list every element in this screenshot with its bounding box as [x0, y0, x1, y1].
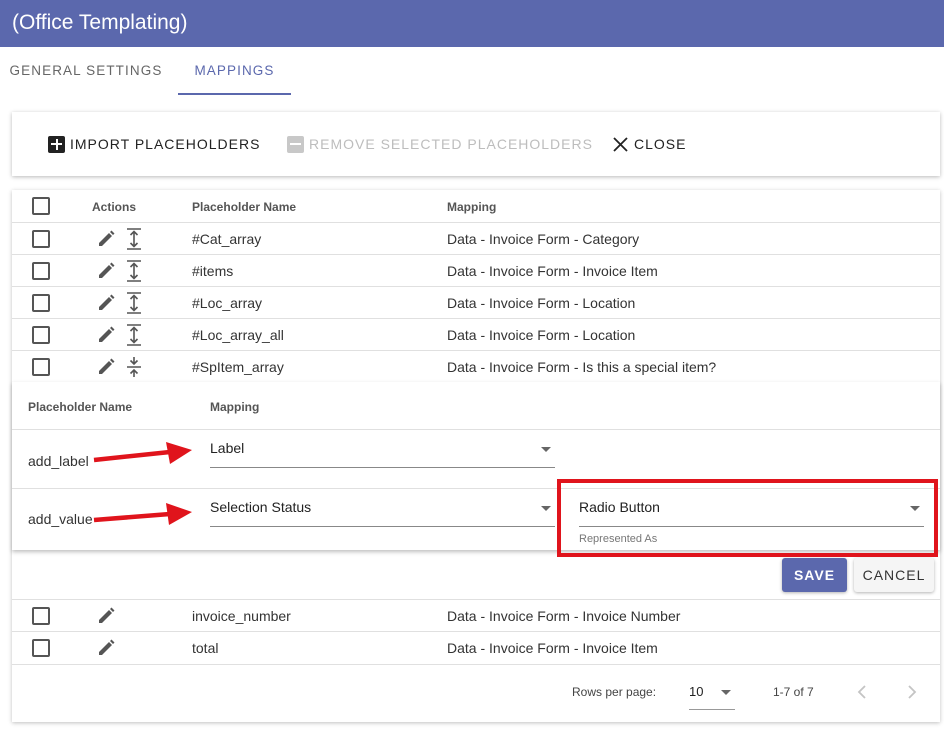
- nested-header-placeholder: Placeholder Name: [28, 400, 133, 414]
- row-checkbox[interactable]: [32, 326, 50, 344]
- expand-icon[interactable]: [126, 260, 142, 282]
- row-checkbox[interactable]: [32, 607, 50, 625]
- mapping-select-value: Label: [210, 440, 245, 456]
- table-row: #Loc_array_all Data - Invoice Form - Loc…: [12, 319, 940, 351]
- edit-icon[interactable]: [96, 606, 116, 626]
- table-row: #Cat_array Data - Invoice Form - Categor…: [12, 223, 940, 255]
- mapping-value: Data - Invoice Form - Location: [447, 295, 636, 311]
- remove-box-icon: [287, 135, 304, 153]
- save-button[interactable]: SAVE: [782, 558, 847, 592]
- app-title: (Office Templating): [12, 11, 188, 34]
- mapping-value: Data - Invoice Form - Invoice Number: [447, 608, 681, 624]
- edit-icon[interactable]: [96, 261, 116, 281]
- annotation-highlight-box: [557, 479, 938, 557]
- annotation-arrow-icon: [93, 503, 192, 525]
- mapping-value: Data - Invoice Form - Invoice Item: [447, 263, 658, 279]
- header-placeholder-name: Placeholder Name: [192, 200, 297, 214]
- select-all-checkbox[interactable]: [32, 197, 50, 215]
- remove-selected-label: REMOVE SELECTED PLACEHOLDERS: [309, 136, 593, 152]
- import-placeholders-label: IMPORT PLACEHOLDERS: [70, 136, 261, 152]
- row-checkbox[interactable]: [32, 230, 50, 248]
- import-placeholders-button[interactable]: IMPORT PLACEHOLDERS: [48, 133, 260, 155]
- placeholder-name: #SpItem_array: [192, 359, 284, 375]
- rows-per-page-label: Rows per page:: [572, 685, 657, 699]
- table-row: #items Data - Invoice Form - Invoice Ite…: [12, 255, 940, 287]
- row-checkbox[interactable]: [32, 358, 50, 376]
- nested-header-row: Placeholder Name Mapping: [12, 382, 940, 430]
- edit-icon[interactable]: [96, 293, 116, 313]
- expand-icon[interactable]: [126, 324, 142, 346]
- mapping-select-value: Selection Status: [210, 499, 312, 515]
- cancel-button[interactable]: CANCEL: [854, 558, 934, 592]
- row-checkbox[interactable]: [32, 294, 50, 312]
- dropdown-arrow-icon: [541, 506, 551, 511]
- dropdown-arrow-icon: [541, 447, 551, 452]
- chevron-right-icon[interactable]: [905, 684, 919, 700]
- placeholder-name: #items: [192, 263, 234, 279]
- tab-general-settings[interactable]: GENERAL SETTINGS: [0, 47, 172, 95]
- placeholder-name: invoice_number: [192, 608, 291, 624]
- dropdown-arrow-icon: [721, 690, 731, 695]
- mapping-value: Data - Invoice Form - Location: [447, 327, 636, 343]
- table-row: invoice_number Data - Invoice Form - Inv…: [12, 599, 940, 632]
- close-button[interactable]: CLOSE: [612, 133, 686, 155]
- row-checkbox[interactable]: [32, 639, 50, 657]
- remove-selected-placeholders-button[interactable]: REMOVE SELECTED PLACEHOLDERS: [287, 133, 593, 155]
- app-title-bar: (Office Templating): [0, 0, 944, 47]
- nested-placeholder-name: add_label: [28, 453, 89, 469]
- placeholder-name: total: [192, 640, 219, 656]
- table-header-row: Actions Placeholder Name Mapping: [12, 190, 940, 223]
- close-label: CLOSE: [634, 136, 687, 152]
- annotation-arrow-icon: [93, 442, 192, 464]
- nested-header-mapping: Mapping: [210, 400, 260, 414]
- rows-per-page-select[interactable]: 10: [689, 674, 735, 710]
- expand-icon[interactable]: [126, 228, 142, 250]
- mapping-value: Data - Invoice Form - Is this a special …: [447, 359, 717, 375]
- mapping-value: Data - Invoice Form - Invoice Item: [447, 640, 658, 656]
- rows-per-page-value: 10: [689, 684, 704, 699]
- table-row: #SpItem_array Data - Invoice Form - Is t…: [12, 351, 940, 382]
- mapping-select[interactable]: Selection Status: [210, 491, 555, 527]
- close-icon: [613, 136, 628, 152]
- edit-icon[interactable]: [96, 229, 116, 249]
- expand-icon[interactable]: [126, 292, 142, 314]
- chevron-left-icon[interactable]: [855, 684, 869, 700]
- placeholder-name: #Cat_array: [192, 231, 262, 247]
- placeholder-name: #Loc_array: [192, 295, 263, 311]
- mapping-select[interactable]: Label: [210, 432, 555, 468]
- table-pagination: Rows per page: 10 1-7 of 7: [12, 658, 940, 716]
- header-actions: Actions: [92, 200, 137, 214]
- header-mapping: Mapping: [447, 200, 497, 214]
- placeholder-name: #Loc_array_all: [192, 327, 284, 343]
- table-row: #Loc_array Data - Invoice Form - Locatio…: [12, 287, 940, 319]
- tab-mappings[interactable]: MAPPINGS: [178, 47, 291, 95]
- edit-icon[interactable]: [96, 325, 116, 345]
- row-checkbox[interactable]: [32, 262, 50, 280]
- pagination-range: 1-7 of 7: [773, 685, 814, 699]
- add-box-icon: [48, 135, 65, 153]
- nested-placeholder-name: add_value: [28, 511, 93, 527]
- edit-icon[interactable]: [96, 638, 116, 658]
- toolbar: IMPORT PLACEHOLDERS REMOVE SELECTED PLAC…: [12, 112, 940, 176]
- mapping-value: Data - Invoice Form - Category: [447, 231, 640, 247]
- edit-icon[interactable]: [96, 357, 116, 377]
- tab-bar: GENERAL SETTINGS MAPPINGS: [0, 47, 944, 95]
- collapse-icon[interactable]: [126, 356, 142, 378]
